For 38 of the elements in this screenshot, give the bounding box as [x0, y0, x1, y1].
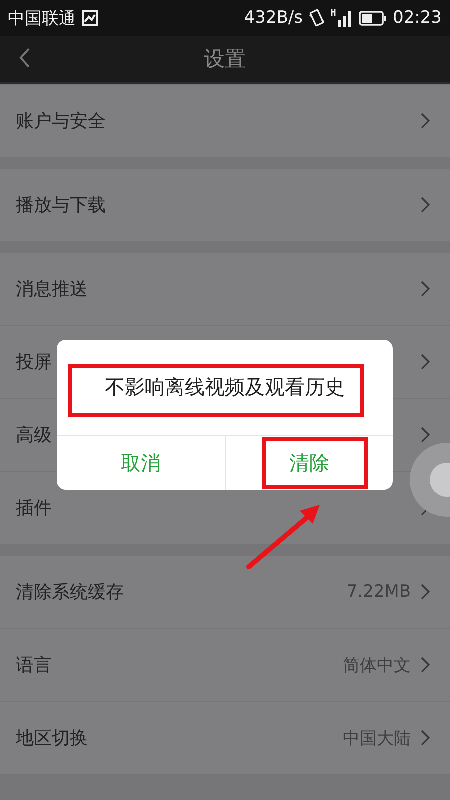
- chevron-icon: [421, 657, 430, 673]
- chevron-icon: [421, 730, 430, 746]
- row-label: 账户与安全: [16, 110, 107, 133]
- row-label: 地区切换: [16, 727, 89, 750]
- settings-row[interactable]: 播放与下载: [0, 169, 450, 241]
- chevron-icon: [421, 584, 430, 600]
- cancel-button[interactable]: 取消: [57, 436, 224, 490]
- row-label: 语言: [16, 654, 53, 677]
- row-value: 中国大陆: [343, 728, 411, 750]
- dialog-message: 不影响离线视频及观看历史: [57, 340, 393, 436]
- carrier-name: 中国联通: [8, 8, 76, 30]
- row-label: 播放与下载: [16, 194, 107, 217]
- row-label: 插件: [16, 497, 53, 520]
- clear-button[interactable]: 清除: [224, 436, 393, 490]
- row-label: 投屏: [16, 351, 53, 374]
- vibrate-icon: [309, 9, 325, 27]
- chevron-icon: [421, 113, 430, 129]
- chevron-icon: [421, 354, 430, 370]
- network-speed: 432B/s: [244, 8, 303, 28]
- row-label: 清除系统缓存: [16, 581, 125, 604]
- settings-row[interactable]: 语言 简体中文: [0, 629, 450, 702]
- page-title: 设置: [204, 46, 246, 73]
- chevron-icon: [421, 427, 430, 443]
- chevron-icon: [421, 281, 430, 297]
- chevron-icon: [421, 197, 430, 213]
- clock-time: 02:23: [393, 8, 442, 28]
- row-value: 7.22MB: [346, 582, 411, 602]
- settings-row[interactable]: 清除系统缓存 7.22MB: [0, 556, 450, 629]
- row-label: 高级: [16, 424, 53, 447]
- battery-icon: [359, 10, 387, 26]
- signal-icon: [331, 8, 353, 28]
- row-value: 简体中文: [343, 654, 411, 676]
- picture-icon: [82, 10, 98, 26]
- floating-ball-overlay[interactable]: [409, 442, 450, 518]
- settings-row[interactable]: 账户与安全: [0, 85, 450, 157]
- row-label: 消息推送: [16, 278, 89, 301]
- settings-row[interactable]: 地区切换 中国大陆: [0, 702, 450, 774]
- settings-row[interactable]: 消息推送: [0, 253, 450, 326]
